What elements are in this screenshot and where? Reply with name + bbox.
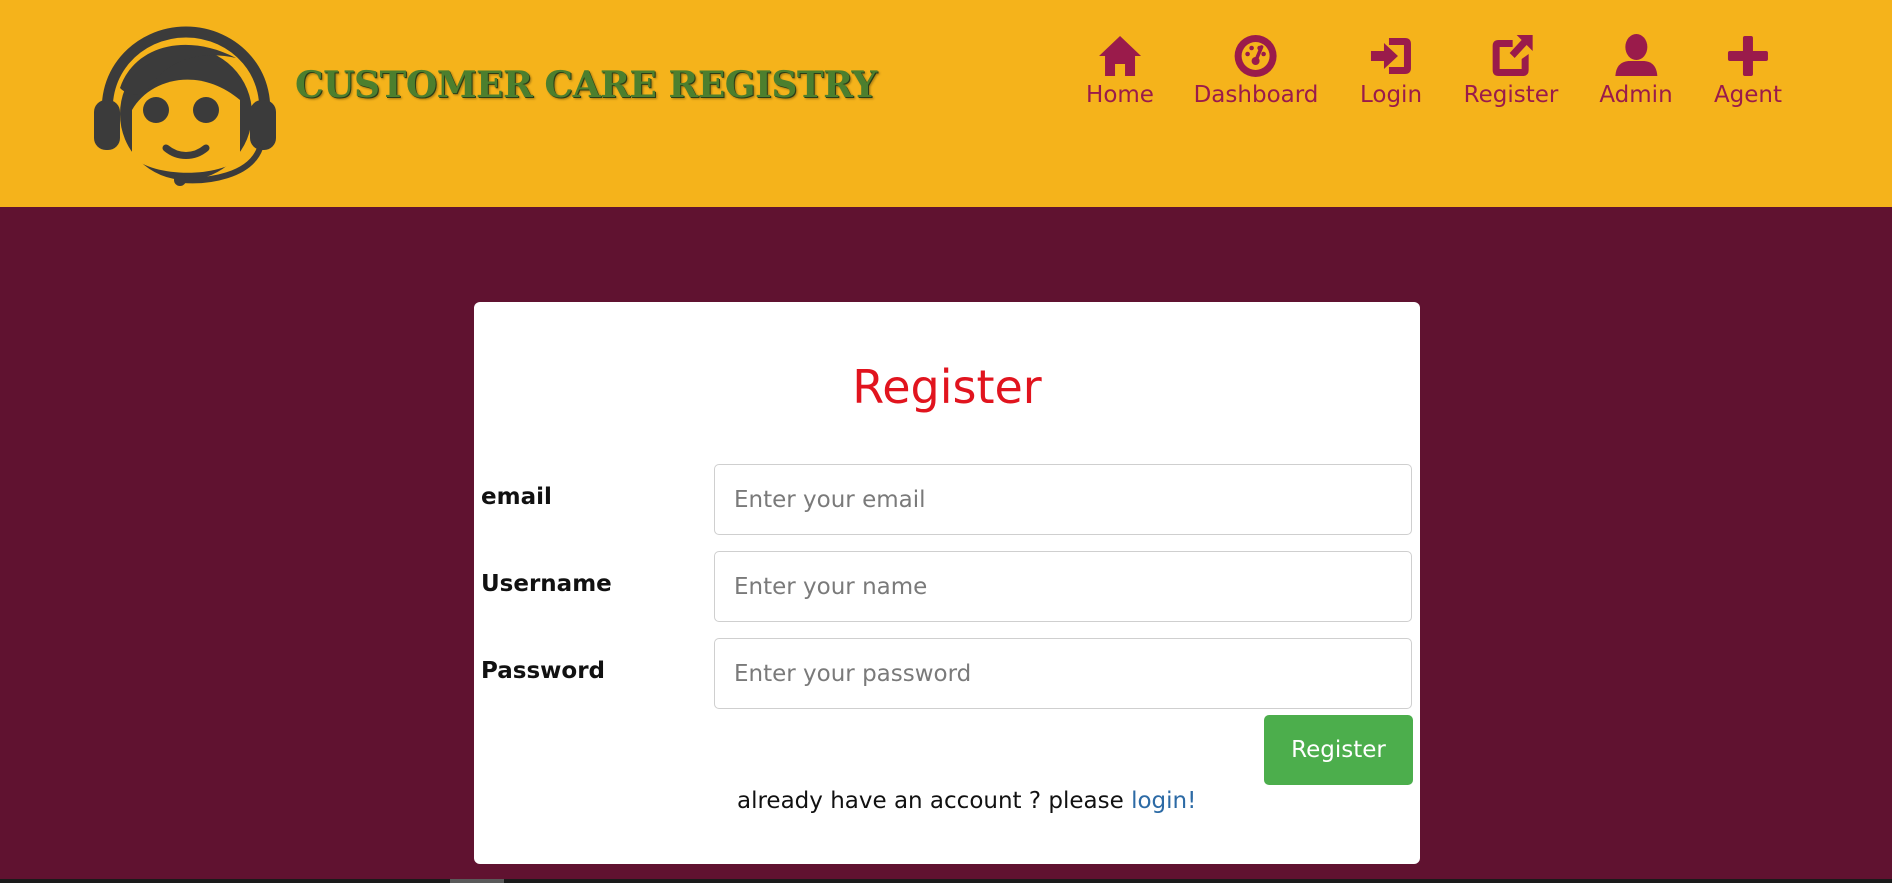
register-card: Register email Username Password Registe… (474, 302, 1420, 864)
headset-agent-logo (94, 26, 276, 186)
nav-label-login: Login (1359, 82, 1423, 108)
bottom-strip (0, 879, 1892, 883)
nav-item-register[interactable]: Register (1463, 32, 1559, 108)
password-row: Password (474, 638, 1420, 712)
email-label: email (481, 484, 552, 510)
plus-icon (1728, 36, 1768, 76)
username-label: Username (481, 571, 612, 597)
form-title: Register (852, 360, 1042, 414)
register-icon (1492, 35, 1533, 76)
nav-label-dashboard: Dashboard (1193, 82, 1319, 108)
login-prompt-text: already have an account ? please (737, 788, 1132, 814)
password-field[interactable] (714, 638, 1412, 709)
nav-label-admin: Admin (1599, 82, 1673, 108)
dashboard-icon (1234, 35, 1277, 77)
user-icon (1615, 34, 1657, 76)
username-field[interactable] (714, 551, 1412, 622)
nav-item-admin[interactable]: Admin (1599, 32, 1673, 108)
username-row: Username (474, 551, 1420, 625)
nav-label-agent: Agent (1713, 82, 1783, 108)
home-icon (1098, 36, 1141, 76)
email-row: email (474, 464, 1420, 538)
login-prompt: already have an account ? please login! (737, 788, 1196, 814)
login-icon (1371, 38, 1411, 74)
email-field[interactable] (714, 464, 1412, 535)
nav-item-dashboard[interactable]: Dashboard (1193, 32, 1319, 108)
bottom-scroll-thumb (450, 879, 504, 883)
nav-item-login[interactable]: Login (1360, 32, 1422, 108)
login-link[interactable]: login! (1131, 788, 1196, 814)
register-button[interactable]: Register (1264, 715, 1413, 785)
nav-label-register: Register (1463, 82, 1559, 108)
nav-label-home: Home (1086, 82, 1154, 108)
site-header: CUSTOMER CARE REGISTRY Home Dashboard Lo… (0, 0, 1892, 207)
password-label: Password (481, 658, 605, 684)
brand-title: CUSTOMER CARE REGISTRY (295, 64, 877, 106)
nav-item-agent[interactable]: Agent (1714, 32, 1782, 108)
nav-item-home[interactable]: Home (1086, 32, 1154, 108)
